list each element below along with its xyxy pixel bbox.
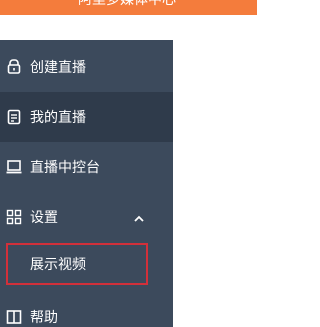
document-icon — [6, 109, 22, 125]
sidebar-item-my-live[interactable]: 我的直播 — [0, 92, 173, 142]
lock-icon — [6, 59, 22, 75]
sidebar-subitem-show-video[interactable]: 展示视频 — [6, 243, 148, 285]
sidebar-item-label: 我的直播 — [30, 110, 86, 126]
sidebar-item-label: 设置 — [30, 210, 58, 226]
header-title: 阿里多媒体中心 — [78, 0, 176, 8]
sidebar-subitem-label: 展示视频 — [30, 257, 86, 273]
sidebar-item-help[interactable]: 帮助 — [0, 292, 173, 327]
sidebar-item-label: 帮助 — [30, 310, 58, 326]
sidebar-item-settings[interactable]: 设置 — [0, 192, 173, 242]
sidebar-item-label: 直播中控台 — [30, 160, 100, 176]
sidebar: 创建直播 我的直播 直播中控台 设置 展示视频 帮助 — [0, 40, 173, 327]
top-header: 阿里多媒体中心 — [0, 0, 257, 15]
sidebar-item-create-live[interactable]: 创建直播 — [0, 42, 173, 92]
sidebar-item-live-console[interactable]: 直播中控台 — [0, 142, 173, 192]
sidebar-item-label: 创建直播 — [30, 60, 86, 76]
monitor-icon — [6, 159, 22, 175]
book-icon — [6, 309, 22, 325]
grid-icon — [6, 209, 22, 225]
chevron-up-icon — [132, 212, 146, 222]
